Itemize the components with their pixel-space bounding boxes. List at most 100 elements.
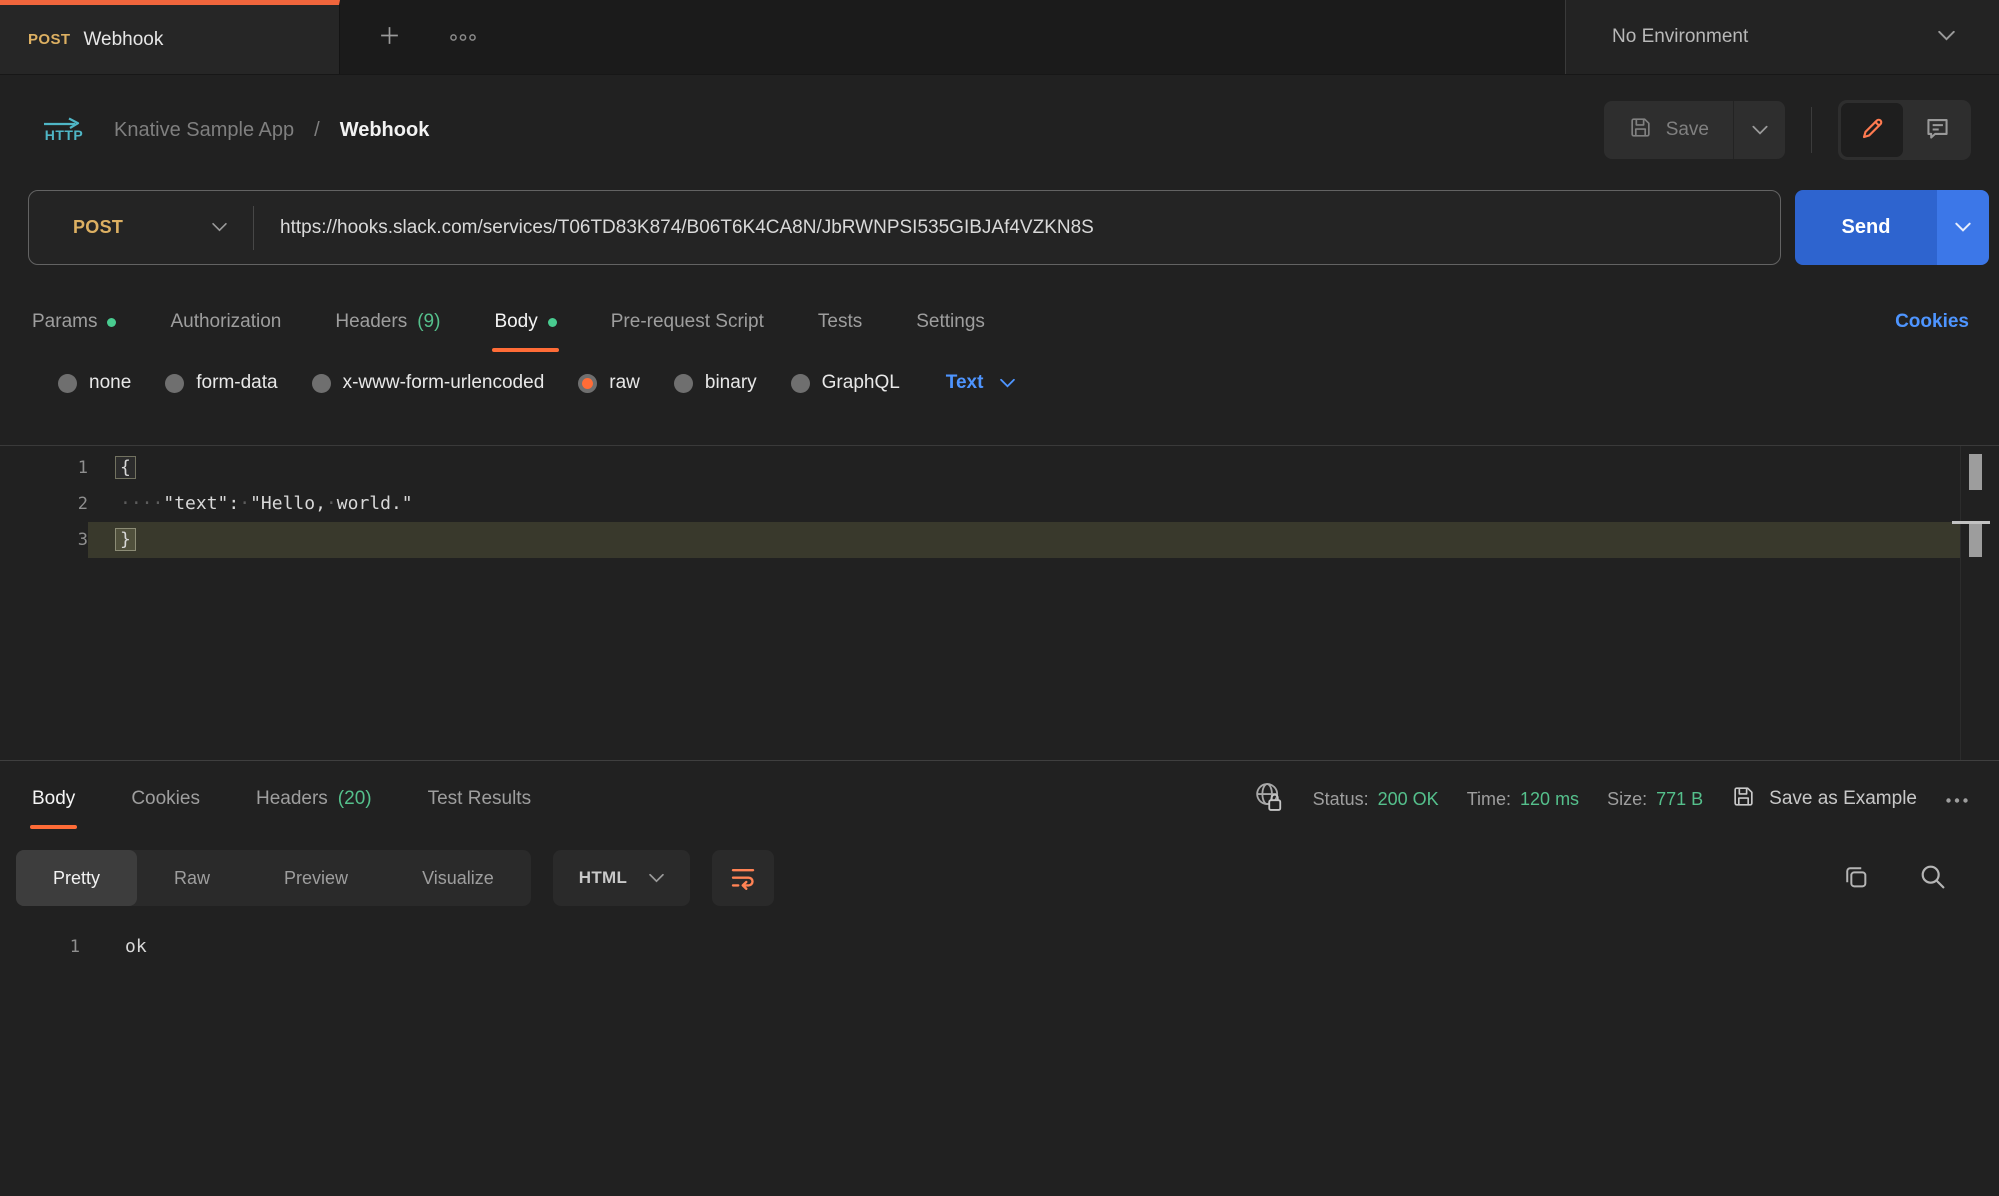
send-options-button[interactable] (1937, 190, 1989, 265)
open-request-tab[interactable]: POST Webhook (0, 0, 340, 74)
view-visualize[interactable]: Visualize (385, 850, 531, 906)
tab-params[interactable]: Params (30, 294, 118, 350)
response-tabs: Body Cookies Headers (20) Test Results (30, 771, 533, 827)
time-value: 120 ms (1520, 789, 1579, 810)
tab-tests[interactable]: Tests (816, 294, 864, 350)
breadcrumb-collection[interactable]: Knative Sample App (114, 119, 294, 142)
tab-label: Test Results (428, 788, 531, 810)
response-meta: Status: 200 OK Time: 120 ms Size: 771 B … (1253, 780, 1969, 818)
more-options-icon (1945, 792, 1969, 807)
chevron-down-icon (1000, 376, 1015, 391)
body-type-form-data[interactable]: form-data (165, 372, 277, 394)
radio-icon (58, 374, 77, 393)
status-label: Status: (1313, 789, 1369, 810)
wrap-text-icon (728, 862, 758, 895)
breadcrumb-request-name[interactable]: Webhook (340, 119, 430, 142)
response-tab-test-results[interactable]: Test Results (426, 771, 533, 827)
size-value: 771 B (1656, 789, 1703, 810)
radio-icon (791, 374, 810, 393)
send-button-group: Send (1795, 190, 1989, 265)
url-input[interactable] (254, 217, 1780, 239)
response-tools (1842, 862, 1969, 894)
url-bar: POST (28, 190, 1781, 265)
save-icon (1731, 784, 1756, 815)
search-response-button[interactable] (1918, 862, 1947, 894)
body-type-graphql[interactable]: GraphQL (791, 372, 900, 394)
copy-response-button[interactable] (1842, 863, 1870, 894)
postman-window: POST Webhook No Environment (0, 0, 1999, 1196)
tab-authorization[interactable]: Authorization (168, 294, 283, 350)
tab-label: Headers (335, 311, 407, 333)
bracket-match: } (115, 528, 136, 551)
save-button[interactable]: Save (1604, 101, 1733, 159)
editor-scrollbar-thumb[interactable] (1969, 454, 1982, 490)
method-label: POST (73, 217, 123, 238)
environment-label: No Environment (1612, 26, 1748, 48)
network-globe-lock-icon[interactable] (1253, 780, 1285, 818)
request-tabs: Params Authorization Headers (9) Body Pr… (0, 292, 1999, 352)
cookies-link[interactable]: Cookies (1895, 311, 1969, 333)
tab-title: Webhook (83, 29, 163, 51)
response-tab-headers[interactable]: Headers (20) (254, 771, 374, 827)
editor-overview-cursor-bar (1969, 524, 1982, 557)
tab-options-button[interactable] (449, 30, 477, 45)
tab-body[interactable]: Body (492, 294, 558, 350)
body-type-binary[interactable]: binary (674, 372, 757, 394)
response-headers-count: (20) (338, 788, 372, 810)
tab-label: Body (32, 788, 75, 810)
response-tab-body[interactable]: Body (30, 771, 77, 827)
tab-label: Headers (256, 788, 328, 810)
tab-label: Params (32, 311, 97, 333)
response-body-text: ok (80, 931, 147, 963)
tab-label: Cookies (131, 788, 200, 810)
tab-settings[interactable]: Settings (914, 294, 987, 350)
editor-line-2: 2 ····"text":·"Hello,·world." (0, 486, 1999, 522)
save-as-example-button[interactable]: Save as Example (1731, 784, 1917, 815)
chevron-down-icon (649, 871, 664, 886)
chevron-down-icon (1752, 123, 1768, 138)
green-dot-indicator (548, 318, 557, 327)
body-type-none[interactable]: none (58, 372, 131, 394)
edit-mode-button[interactable] (1841, 103, 1903, 157)
send-button[interactable]: Send (1795, 190, 1937, 265)
save-options-button[interactable] (1733, 101, 1785, 159)
editor-scroll-gutter (1960, 446, 1961, 760)
tab-label: Tests (818, 311, 862, 333)
size-badge[interactable]: Size: 771 B (1607, 789, 1703, 810)
bracket-match: { (115, 456, 136, 479)
environment-selector[interactable]: No Environment (1565, 0, 1999, 74)
tab-label: Body (494, 311, 537, 333)
new-tab-button[interactable] (378, 24, 401, 50)
view-pretty[interactable]: Pretty (16, 850, 137, 906)
request-header-actions: Save (1604, 100, 1971, 160)
tab-headers[interactable]: Headers (9) (333, 294, 442, 350)
comment-icon (1923, 114, 1952, 146)
body-type-x-www-form-urlencoded[interactable]: x-www-form-urlencoded (312, 372, 545, 394)
search-icon (1918, 862, 1947, 894)
status-badge[interactable]: Status: 200 OK (1313, 789, 1439, 810)
response-toolbar: Pretty Raw Preview Visualize HTML (0, 837, 1999, 919)
line-number: 2 (0, 486, 88, 522)
response-options-button[interactable] (1945, 792, 1969, 807)
more-options-icon (449, 30, 477, 45)
radio-icon (312, 374, 331, 393)
body-type-raw[interactable]: raw (578, 372, 640, 394)
request-body-editor[interactable]: 1 { 2 ····"text":·"Hello,·world." 3 } (0, 445, 1999, 760)
time-label: Time: (1467, 789, 1511, 810)
wrap-lines-button[interactable] (712, 850, 774, 906)
view-raw[interactable]: Raw (137, 850, 247, 906)
response-tab-cookies[interactable]: Cookies (129, 771, 202, 827)
view-preview[interactable]: Preview (247, 850, 385, 906)
edit-mode-toggle-group (1838, 100, 1971, 160)
comments-button[interactable] (1906, 103, 1968, 157)
save-button-group: Save (1604, 101, 1785, 159)
raw-format-selector[interactable]: Text (946, 372, 1016, 394)
tab-pre-request-script[interactable]: Pre-request Script (609, 294, 766, 350)
method-selector[interactable]: POST (29, 217, 253, 238)
size-label: Size: (1607, 789, 1647, 810)
tab-label: Authorization (170, 311, 281, 333)
response-format-selector[interactable]: HTML (553, 850, 690, 906)
time-badge[interactable]: Time: 120 ms (1467, 789, 1579, 810)
response-pane: Body Cookies Headers (20) Test Results (0, 760, 1999, 963)
radio-icon (674, 374, 693, 393)
